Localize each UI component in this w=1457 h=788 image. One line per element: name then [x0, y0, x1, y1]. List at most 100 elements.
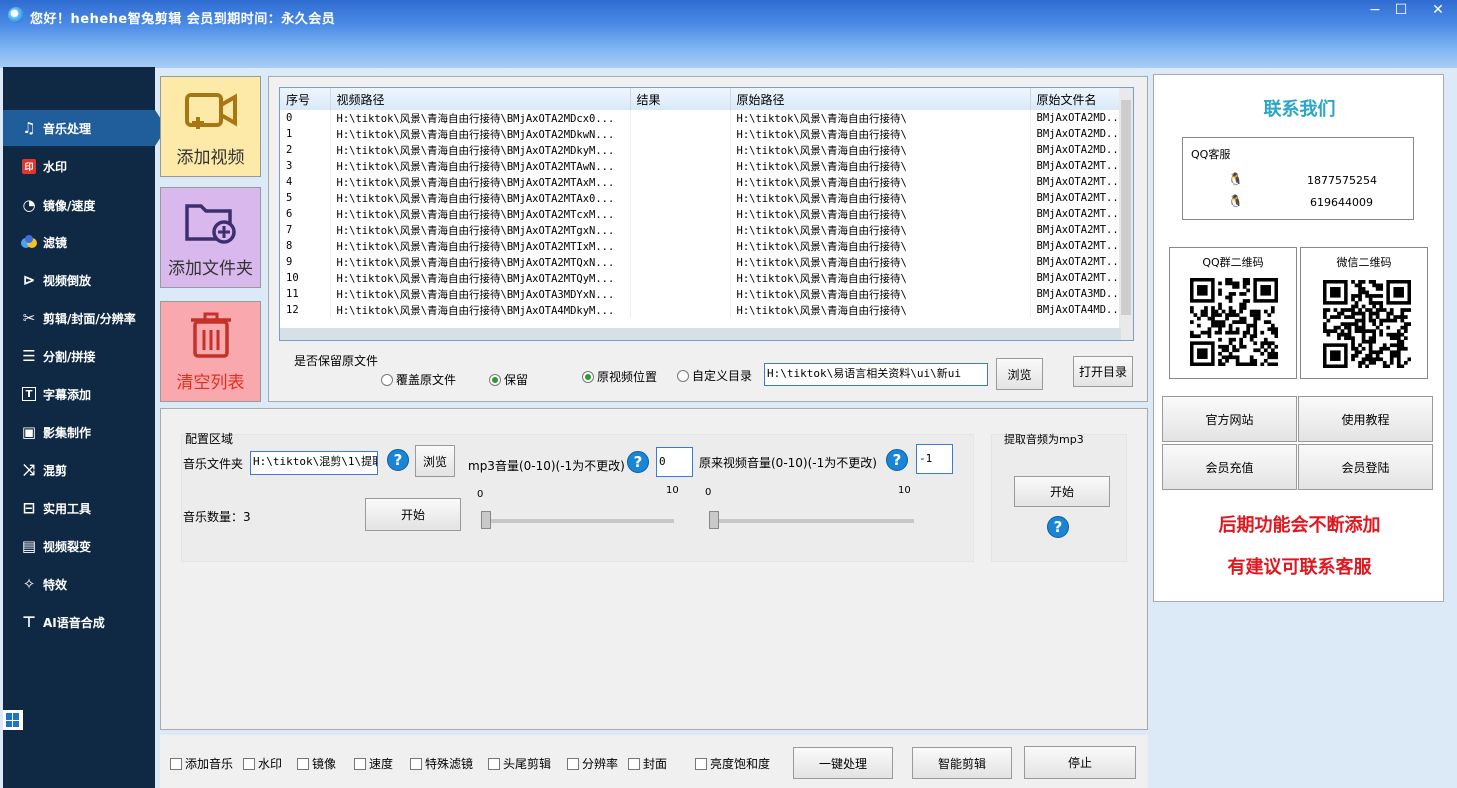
column-header-result[interactable]: 结果 [630, 88, 731, 110]
sidebar-item-split[interactable]: ☰ 分割/拼接 [3, 338, 155, 374]
checkbox-add-music[interactable]: 添加音乐 [170, 755, 233, 772]
one-click-process-button[interactable]: 一键处理 [793, 747, 893, 779]
qq-number-2[interactable]: 619644009 [1310, 196, 1373, 209]
music-browse-button[interactable]: 浏览 [415, 445, 455, 477]
checkbox-label: 速度 [369, 757, 394, 771]
open-dir-button[interactable]: 打开目录 [1073, 356, 1133, 387]
sidebar-item-mix[interactable]: ⤨ 混剪 [3, 452, 155, 488]
table-row[interactable]: 5 H:\tiktok\风景\青海自由行接待\BMjAxOTA2MTAx0... H… [280, 190, 1127, 206]
member-login-button[interactable]: 会员登陆 [1298, 444, 1433, 490]
checkbox-resolution[interactable]: 分辨率 [567, 755, 618, 772]
table-row[interactable]: 0 H:\tiktok\风景\青海自由行接待\BMjAxOTA2MDcx0... H… [280, 110, 1127, 126]
keep-radio-label: 保留 [504, 373, 529, 387]
table-cell: H:\tiktok\风景\青海自由行接待\BMjAxOTA2MDkyM... [330, 142, 631, 158]
sidebar-item-filter[interactable]: 滤镜 [3, 224, 155, 260]
help-icon[interactable]: ? [1047, 516, 1069, 538]
table-row[interactable]: 9 H:\tiktok\风景\青海自由行接待\BMjAxOTA2MTQxN... H… [280, 254, 1127, 270]
sidebar-item-watermark[interactable]: 印水印 [3, 148, 155, 184]
extract-start-button[interactable]: 开始 [1014, 476, 1110, 507]
table-cell [630, 286, 731, 302]
mp3-volume-slider-thumb[interactable] [481, 511, 491, 529]
table-row[interactable]: 1 H:\tiktok\风景\青海自由行接待\BMjAxOTA2MDkwN... H… [280, 126, 1127, 142]
column-header-original-filename[interactable]: 原始文件名 [1030, 88, 1127, 110]
add-folder-button[interactable]: 添加文件夹 [160, 187, 261, 288]
music-folder-field[interactable]: H:\tiktok\混剪\1\提取 [250, 451, 378, 475]
maximize-button[interactable]: ☐ [1388, 2, 1414, 20]
checkbox-cover[interactable]: 封面 [628, 755, 667, 772]
music-start-button[interactable]: 开始 [365, 498, 461, 531]
column-header-original-path[interactable]: 原始路径 [730, 88, 1031, 110]
output-path-field[interactable]: H:\tiktok\易语言相关资料\ui\新ui [764, 363, 988, 386]
sidebar-item-album[interactable]: ▣ 影集制作 [3, 414, 155, 450]
help-icon[interactable]: ? [886, 449, 908, 471]
checkbox-speed[interactable]: 速度 [354, 755, 393, 772]
table-row[interactable]: 8 H:\tiktok\风景\青海自由行接待\BMjAxOTA2MTIxM... H… [280, 238, 1127, 254]
member-recharge-button[interactable]: 会员充值 [1162, 444, 1297, 490]
sidebar-item-subtitle[interactable]: T 字幕添加 [3, 376, 155, 412]
original-location-radio[interactable]: 原视频位置 [582, 368, 657, 385]
clear-list-button[interactable]: 清空列表 [160, 301, 261, 402]
file-table[interactable]: 序号 视频路径 结果 原始路径 原始文件名 0 H:\tiktok\风景\青海自由… [279, 87, 1134, 341]
table-cell [630, 126, 731, 142]
table-row[interactable]: 7 H:\tiktok\风景\青海自由行接待\BMjAxOTA2MTgxN... H… [280, 222, 1127, 238]
checkbox-watermark[interactable]: 水印 [243, 755, 282, 772]
smart-edit-button[interactable]: 智能剪辑 [912, 747, 1012, 779]
music-folder-label: 音乐文件夹 [183, 457, 244, 471]
orig-volume-slider-track[interactable] [711, 519, 914, 523]
table-cell [630, 190, 731, 206]
output-browse-button[interactable]: 浏览 [996, 358, 1043, 390]
sidebar-item-label: 剪辑/封面/分辨率 [43, 311, 136, 326]
help-icon[interactable]: ? [627, 451, 649, 473]
sidebar-item-label: 影集制作 [43, 425, 92, 440]
tutorial-button[interactable]: 使用教程 [1298, 396, 1433, 442]
table-row[interactable]: 3 H:\tiktok\风景\青海自由行接待\BMjAxOTA2MTAwN... H… [280, 158, 1127, 174]
checkbox-brightness[interactable]: 亮度饱和度 [695, 755, 770, 772]
table-cell [630, 238, 731, 254]
mp3-volume-slider-track[interactable] [481, 519, 674, 523]
custom-dir-radio[interactable]: 自定义目录 [677, 367, 752, 384]
qq-number-1[interactable]: 1877575254 [1307, 174, 1377, 187]
sidebar-item-ai-voice[interactable]: ⊤ AI语音合成 [3, 604, 155, 640]
help-icon[interactable]: ? [387, 449, 409, 471]
orig-slider-max: 10 [898, 485, 911, 496]
table-vertical-scrollbar[interactable] [1119, 88, 1133, 340]
sidebar-item-effects[interactable]: ✧ 特效 [3, 566, 155, 602]
keep-radio[interactable]: 保留 [489, 371, 528, 388]
add-video-button[interactable]: 添加视频 [160, 76, 261, 177]
orig-volume-field[interactable]: -1 [916, 444, 953, 474]
config-panel: 配置区域 音乐文件夹 H:\tiktok\混剪\1\提取 ? 浏览 音乐数量：3… [160, 408, 1148, 730]
overwrite-radio[interactable]: 覆盖原文件 [381, 371, 456, 388]
checkbox-mirror[interactable]: 镜像 [297, 755, 336, 772]
windows-logo-icon[interactable] [3, 710, 23, 730]
table-cell: H:\tiktok\风景\青海自由行接待\ [730, 110, 1031, 126]
table-cell: H:\tiktok\风景\青海自由行接待\ [730, 270, 1031, 286]
table-cell: 12 [280, 302, 331, 318]
minimize-button[interactable]: − [1362, 2, 1388, 20]
table-cell: 7 [280, 222, 331, 238]
checkbox-special-filter[interactable]: 特殊滤镜 [410, 755, 473, 772]
sidebar-item-tools[interactable]: ⊟ 实用工具 [3, 490, 155, 526]
sidebar-item-music[interactable]: ♫ 音乐处理 [3, 110, 167, 146]
sidebar-item-reverse[interactable]: ⊳ 视频倒放 [3, 262, 155, 298]
sidebar-item-cut[interactable]: ✂ 剪辑/封面/分辨率 [3, 300, 155, 336]
orig-volume-slider-thumb[interactable] [709, 511, 719, 529]
radio-indicator [582, 370, 594, 383]
custom-dir-label: 自定义目录 [692, 369, 753, 383]
table-row[interactable]: 11 H:\tiktok\风景\青海自由行接待\BMjAxOTA3MDYxN...… [280, 286, 1127, 302]
sidebar-item-fission[interactable]: ▤ 视频裂变 [3, 528, 155, 564]
checkbox-trim[interactable]: 头尾剪辑 [488, 755, 551, 772]
official-site-button[interactable]: 官方网站 [1162, 396, 1297, 442]
column-header-video-path[interactable]: 视频路径 [330, 88, 631, 110]
table-row[interactable]: 10 H:\tiktok\风景\青海自由行接待\BMjAxOTA2MTQyM...… [280, 270, 1127, 286]
column-header-index[interactable]: 序号 [280, 88, 331, 110]
table-row[interactable]: 4 H:\tiktok\风景\青海自由行接待\BMjAxOTA2MTAxM... H… [280, 174, 1127, 190]
table-row[interactable]: 12 H:\tiktok\风景\青海自由行接待\BMjAxOTA4MDkyM...… [280, 302, 1127, 318]
mp3-volume-field[interactable]: 0 [656, 447, 693, 477]
table-horizontal-scrollbar[interactable] [280, 328, 1121, 340]
sidebar-item-mirror-speed[interactable]: ◔ 镜像/速度 [3, 187, 155, 223]
scrollbar-thumb[interactable] [1121, 100, 1131, 315]
table-row[interactable]: 6 H:\tiktok\风景\青海自由行接待\BMjAxOTA2MTcxM... H… [280, 206, 1127, 222]
stop-button[interactable]: 停止 [1024, 746, 1136, 779]
table-row[interactable]: 2 H:\tiktok\风景\青海自由行接待\BMjAxOTA2MDkyM... H… [280, 142, 1127, 158]
close-button[interactable]: ✕ [1425, 2, 1451, 20]
